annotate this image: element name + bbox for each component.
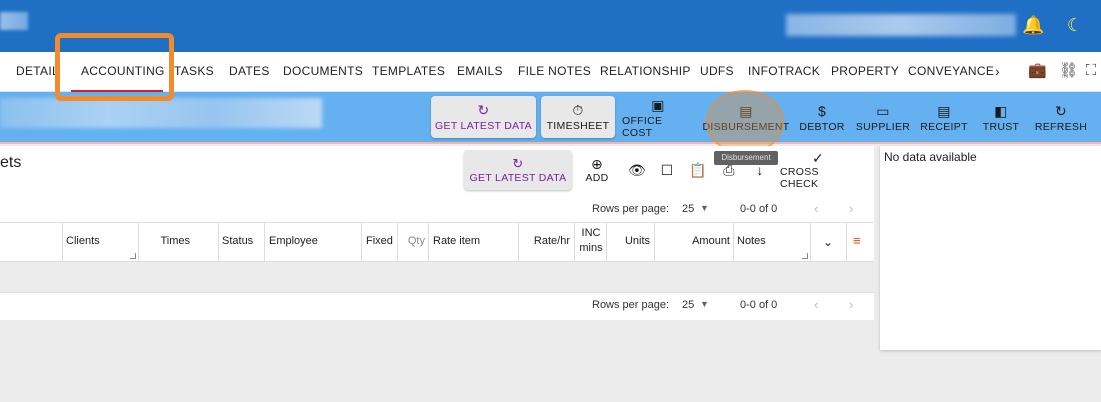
tab-dates[interactable]: DATES <box>229 52 270 92</box>
pagination-bottom: Rows per page: 25 ▼ 0-0 of 0 ‹ › <box>592 297 854 312</box>
office-cost-button[interactable]: ▣ OFFICE COST <box>622 92 694 144</box>
timesheet-button[interactable]: ⏱ TIMESHEET <box>541 96 615 138</box>
receipt-icon: ▤ <box>937 103 951 119</box>
next-page-icon[interactable]: › <box>849 297 853 312</box>
rows-per-page-select[interactable]: 25 <box>682 299 694 311</box>
accounting-action-bar: ↻ GET LATEST DATA ⏱ TIMESHEET ▣ OFFICE C… <box>0 92 1101 144</box>
tab-emails[interactable]: EMAILS <box>457 52 503 92</box>
tab-udfs[interactable]: UDFS <box>700 52 734 92</box>
tab-detail[interactable]: DETAIL <box>16 52 59 92</box>
tab-accounting[interactable]: ACCOUNTING <box>71 52 164 92</box>
receipt-button[interactable]: ▤ RECEIPT <box>918 92 970 144</box>
trust-wallet-icon: ◧ <box>994 103 1008 119</box>
panel-get-latest-data-button[interactable]: ↻ GET LATEST DATA <box>464 150 572 190</box>
tab-property[interactable]: PROPERTY <box>831 52 899 92</box>
refresh-icon: ↻ <box>512 156 524 171</box>
disbursement-icon: ▤ <box>739 103 753 119</box>
disbursement-tooltip: Disbursement <box>714 151 778 165</box>
chevron-down-icon[interactable]: ▼ <box>700 299 709 309</box>
filter-icon[interactable]: ≡ <box>847 223 874 261</box>
matter-tab-bar: DETAIL ACCOUNTING TASKS DATES DOCUMENTS … <box>0 52 1101 92</box>
col-rate-item[interactable]: Rate item <box>429 223 519 261</box>
tabs-scroll-right-icon[interactable]: › <box>995 52 1000 92</box>
col-blank <box>0 223 63 261</box>
refresh-button[interactable]: ↻ REFRESH <box>1033 92 1089 144</box>
get-latest-data-button[interactable]: ↻ GET LATEST DATA <box>431 96 536 138</box>
spellcheck-icon: ✓ <box>811 150 825 166</box>
debtor-button[interactable]: $ DEBTOR <box>798 92 846 144</box>
no-data-text: No data available <box>884 150 977 164</box>
col-qty[interactable]: Qty <box>398 223 429 261</box>
timesheet-panel: ets ↻ GET LATEST DATA ⊕ ADD 👁 ☐ 📋 ⎙ ↓ ✓ … <box>0 146 874 320</box>
matter-title-redacted <box>0 98 322 128</box>
stopwatch-icon: ⏱ <box>572 102 584 118</box>
debtor-icon: $ <box>817 103 827 119</box>
col-units[interactable]: Units <box>607 223 655 261</box>
table-header: Clients Times Status Employee Fixed Qty … <box>0 222 874 262</box>
user-info-redacted <box>786 14 1016 36</box>
office-cost-icon: ▣ <box>651 97 665 113</box>
tab-infotrack[interactable]: INFOTRACK <box>748 52 820 92</box>
dark-mode-moon-icon[interactable]: ☾ <box>1065 14 1085 36</box>
col-amount[interactable]: Amount <box>655 223 734 261</box>
col-times[interactable]: Times <box>139 223 219 261</box>
cross-check-button[interactable]: ✓ CROSS CHECK <box>780 150 856 190</box>
tab-documents[interactable]: DOCUMENTS <box>283 52 363 92</box>
app-bar: 🔔 ☾ <box>0 0 1101 52</box>
chevron-down-icon[interactable]: ▼ <box>700 203 709 213</box>
rows-per-page-select[interactable]: 25 <box>682 203 694 215</box>
checkbox-icon[interactable]: ☐ <box>658 160 676 180</box>
notification-bell-icon[interactable]: 🔔 <box>1022 14 1044 36</box>
link-icon[interactable]: ⛓ <box>1059 62 1078 80</box>
col-notes[interactable]: Notes <box>734 223 811 261</box>
clipboard-check-icon[interactable]: 📋 <box>688 160 708 180</box>
next-page-icon[interactable]: › <box>849 201 853 216</box>
refresh-icon: ↻ <box>1054 103 1068 119</box>
toolbox-icon[interactable]: 💼 <box>1028 62 1047 80</box>
pagination-top: Rows per page: 25 ▼ 0-0 of 0 ‹ › <box>592 201 854 216</box>
tab-file-notes[interactable]: FILE NOTES <box>518 52 591 92</box>
col-employee[interactable]: Employee <box>265 223 362 261</box>
app-logo-redacted <box>0 12 28 30</box>
fullscreen-icon[interactable]: ⛶ <box>1084 62 1098 80</box>
tab-tasks[interactable]: TASKS <box>174 52 214 92</box>
panel-title: ets <box>0 154 22 171</box>
trust-button[interactable]: ◧ TRUST <box>979 92 1023 144</box>
tab-conveyance[interactable]: CONVEYANCE <box>908 52 994 92</box>
tab-templates[interactable]: TEMPLATES <box>372 52 445 92</box>
add-circle-icon: ⊕ <box>590 156 604 172</box>
prev-page-icon[interactable]: ‹ <box>814 297 818 312</box>
side-panel: No data available <box>880 146 1101 350</box>
eye-icon[interactable]: 👁 <box>626 160 648 180</box>
supplier-button[interactable]: ▭ SUPPLIER <box>854 92 912 144</box>
col-rate-hr[interactable]: Rate/hr <box>519 223 575 261</box>
col-inc-mins[interactable]: INC mins <box>575 223 607 261</box>
table-empty-row <box>0 262 874 293</box>
add-button[interactable]: ⊕ ADD <box>582 152 612 188</box>
col-fixed[interactable]: Fixed <box>362 223 398 261</box>
prev-page-icon[interactable]: ‹ <box>814 201 818 216</box>
expand-chevron-icon[interactable]: ⌄ <box>811 223 847 261</box>
tab-relationship[interactable]: RELATIONSHIP <box>600 52 691 92</box>
refresh-icon: ↻ <box>477 102 490 118</box>
col-status[interactable]: Status <box>219 223 265 261</box>
col-clients[interactable]: Clients <box>63 223 139 261</box>
credit-card-icon: ▭ <box>876 103 890 119</box>
disbursement-button[interactable]: ▤ DISBURSEMENT <box>702 92 789 144</box>
